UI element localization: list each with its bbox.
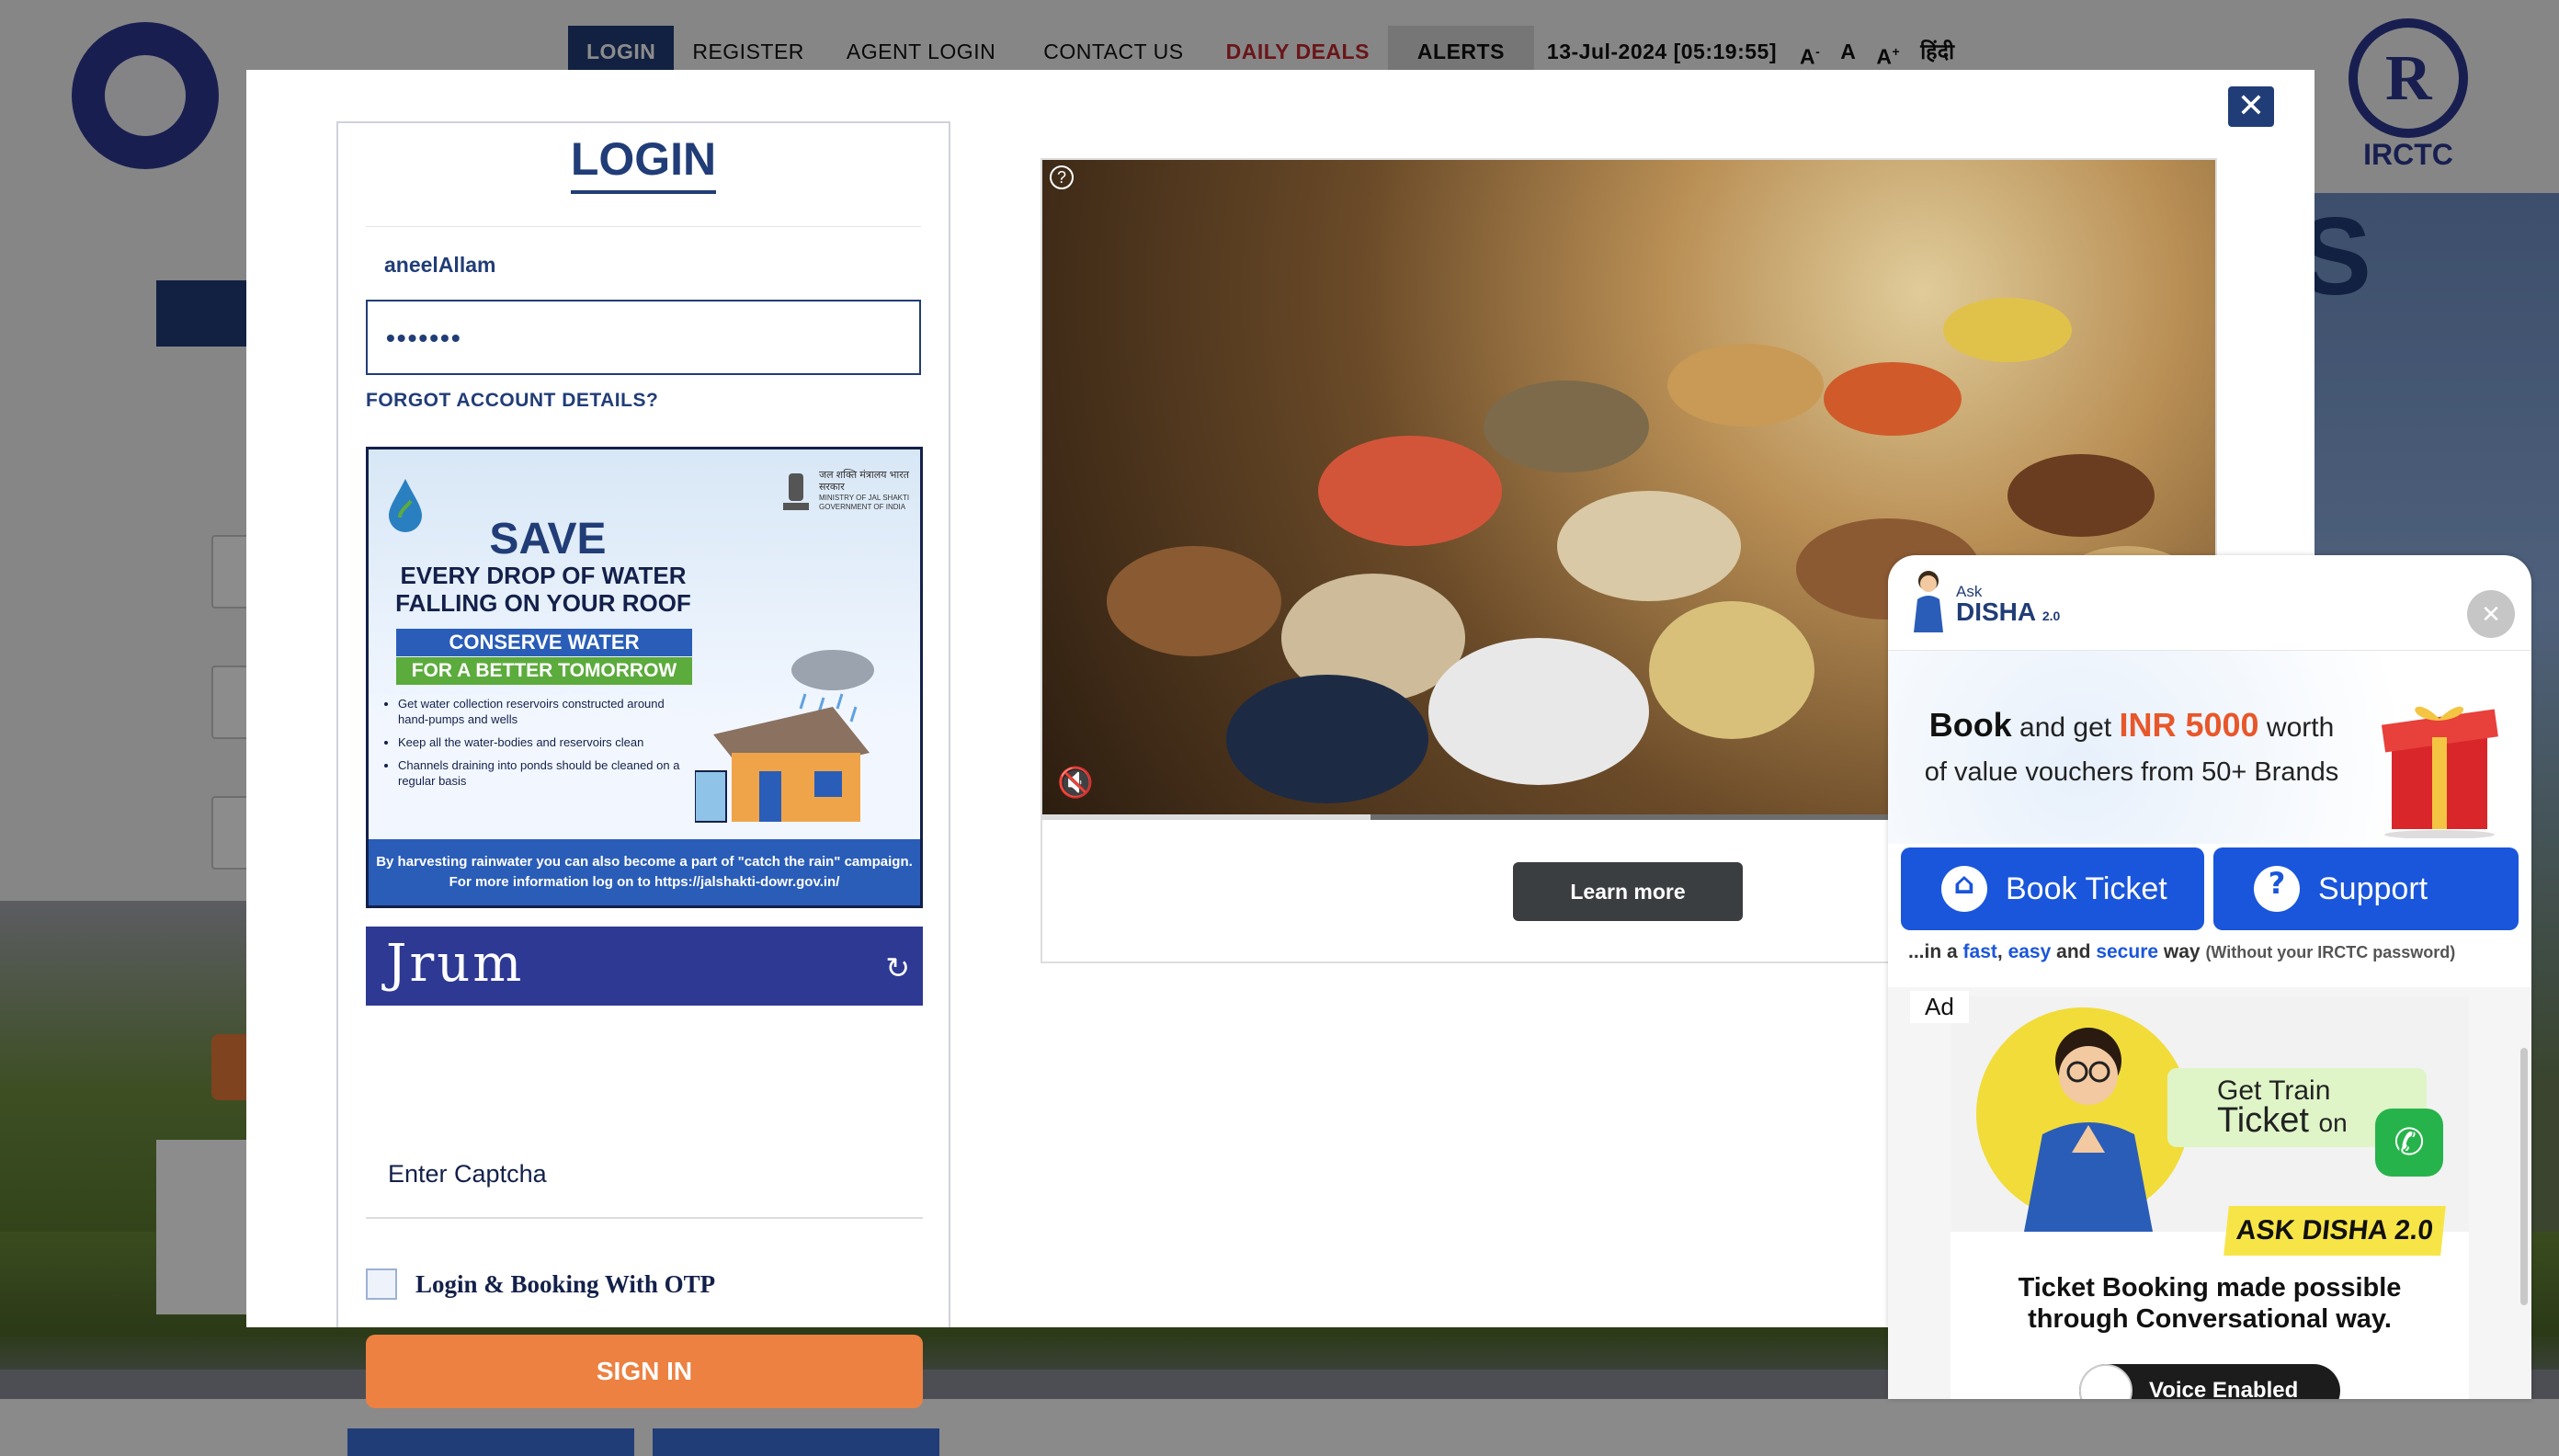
poster-conserve-banner: CONSERVE WATER — [396, 629, 692, 656]
password-input[interactable]: ••••••• — [366, 300, 921, 375]
otp-checkbox[interactable] — [366, 1268, 397, 1300]
learn-more-button[interactable]: Learn more — [1513, 862, 1743, 921]
close-modal-button[interactable]: ✕ — [2228, 86, 2274, 127]
train-icon: ⌂ — [1941, 866, 1987, 912]
video-progress-fill — [1042, 814, 1371, 820]
disha-avatar-icon — [1914, 571, 1943, 632]
ad-illustration: Get Train Ticket on ✆ — [1951, 996, 2469, 1232]
help-icon: ? — [2254, 866, 2300, 912]
ministry-label: जल शक्ति मंत्रालय भारत सरकार MINISTRY OF … — [819, 470, 910, 511]
refresh-captcha-icon[interactable]: ↻ — [885, 950, 910, 985]
house-rain-illustration — [695, 650, 874, 823]
ad-card[interactable]: Get Train Ticket on ✆ ASK DISHA 2.0 Tick… — [1951, 996, 2469, 1399]
secondary-button[interactable] — [347, 1428, 634, 1456]
disha-tagline: ...in a fast, easy and secure way (Witho… — [1908, 941, 2456, 962]
forgot-account-link[interactable]: FORGOT ACCOUNT DETAILS? — [366, 390, 658, 412]
close-disha-button[interactable]: ✕ — [2467, 590, 2515, 638]
disha-header: Ask DISHA 2.0 ✕ — [1888, 555, 2531, 651]
disha-title: DISHA 2.0 — [1956, 597, 2061, 626]
poster-bullet: Channels draining into ponds should be c… — [398, 757, 681, 789]
ad-label: Ad — [1910, 991, 1969, 1023]
promo-subline: of value vouchers from 50+ Brands — [1924, 757, 2339, 787]
disha-scrollbar[interactable] — [2520, 1048, 2528, 1305]
otp-option[interactable]: Login & Booking With OTP — [366, 1268, 715, 1300]
username-input[interactable]: aneelAllam — [366, 226, 921, 292]
secondary-button[interactable] — [653, 1428, 939, 1456]
voice-enabled-badge: Voice Enabled — [2079, 1364, 2340, 1399]
disha-promo: Book and get INR 5000 worth of value vou… — [1888, 651, 2531, 844]
disha-support-button[interactable]: ? Support — [2213, 847, 2519, 930]
captcha-image: Jrum ↻ — [366, 927, 923, 1006]
poster-save-title: SAVE — [489, 515, 607, 563]
save-water-poster: जल शक्ति मंत्रालय भारत सरकार MINISTRY OF … — [366, 447, 923, 908]
gift-box-icon — [2381, 706, 2498, 838]
mute-icon[interactable]: 🔇 — [1057, 765, 1094, 800]
national-emblem-icon — [783, 473, 809, 510]
disha-advertisement[interactable]: Get Train Ticket on ✆ ASK DISHA 2.0 Tick… — [1888, 987, 2531, 1399]
poster-bullet: Get water collection reservoirs construc… — [398, 696, 681, 727]
captcha-input[interactable]: Enter Captcha — [366, 1132, 923, 1219]
poster-bullets: Get water collection reservoirs construc… — [378, 696, 681, 796]
poster-tomorrow-banner: FOR A BETTER TOMORROW — [396, 657, 692, 685]
poster-subtitle: EVERY DROP OF WATER FALLING ON YOUR ROOF — [395, 562, 691, 617]
disha-character-icon — [2024, 1028, 2153, 1232]
disha-book-ticket-button[interactable]: ⌂ Book Ticket — [1901, 847, 2204, 930]
promo-headline: Book and get INR 5000 worth — [1928, 706, 2335, 744]
otp-label: Login & Booking With OTP — [415, 1269, 716, 1298]
ask-disha-widget: Ask DISHA 2.0 ✕ Book and get INR 5000 wo… — [1888, 555, 2531, 1399]
ad-ticket-text: Ticket on — [2217, 1101, 2348, 1140]
poster-bullet: Keep all the water-bodies and reservoirs… — [398, 734, 681, 750]
login-title: LOGIN — [338, 132, 949, 194]
login-form: LOGIN aneelAllam ••••••• FORGOT ACCOUNT … — [336, 121, 950, 1456]
captcha-text: Jrum — [386, 934, 525, 994]
ad-description: Ticket Booking made possible through Conv… — [2018, 1273, 2402, 1334]
ad-info-icon[interactable]: ? — [1050, 165, 1074, 189]
poster-footer: By harvesting rainwater you can also bec… — [369, 839, 920, 905]
ad-ask-disha-banner: ASK DISHA 2.0 — [2223, 1206, 2446, 1256]
sign-in-button[interactable]: SIGN IN — [366, 1335, 923, 1408]
whatsapp-icon: ✆ — [2375, 1109, 2443, 1177]
microphone-icon — [2079, 1364, 2132, 1399]
